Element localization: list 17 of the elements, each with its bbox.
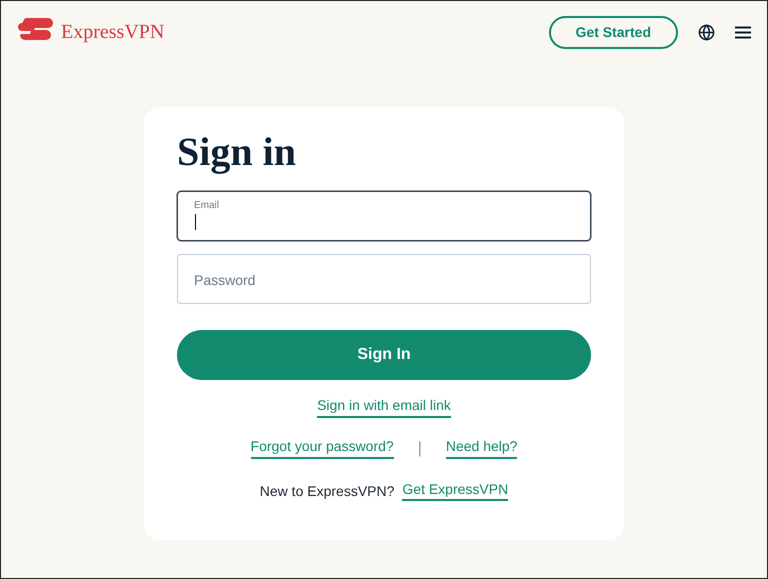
field-label: Email <box>194 201 220 211</box>
logo-text[interactable]: ExpressVPN <box>61 17 164 47</box>
email-link[interactable]: Sign in with email link <box>317 397 451 418</box>
menu-icon[interactable] <box>735 26 751 38</box>
help-link[interactable]: Need help? <box>446 438 518 459</box>
forgot-password-link[interactable]: Forgot your password? <box>250 438 394 459</box>
field-placeholder: Password <box>194 271 256 290</box>
signup-link[interactable]: Get ExpressVPN <box>402 480 508 502</box>
get-started-button[interactable]: Get Started <box>548 16 678 48</box>
page-title: Sign in <box>177 129 296 175</box>
signup-prompt: New to ExpressVPN? <box>260 482 394 501</box>
input-field[interactable]: Password <box>177 254 591 304</box>
link-separator: | <box>418 438 422 458</box>
text-caret <box>195 214 196 230</box>
globe-icon[interactable] <box>698 24 715 40</box>
input-field[interactable]: Email <box>177 191 591 241</box>
sign-in-button[interactable]: Sign In <box>177 330 591 380</box>
